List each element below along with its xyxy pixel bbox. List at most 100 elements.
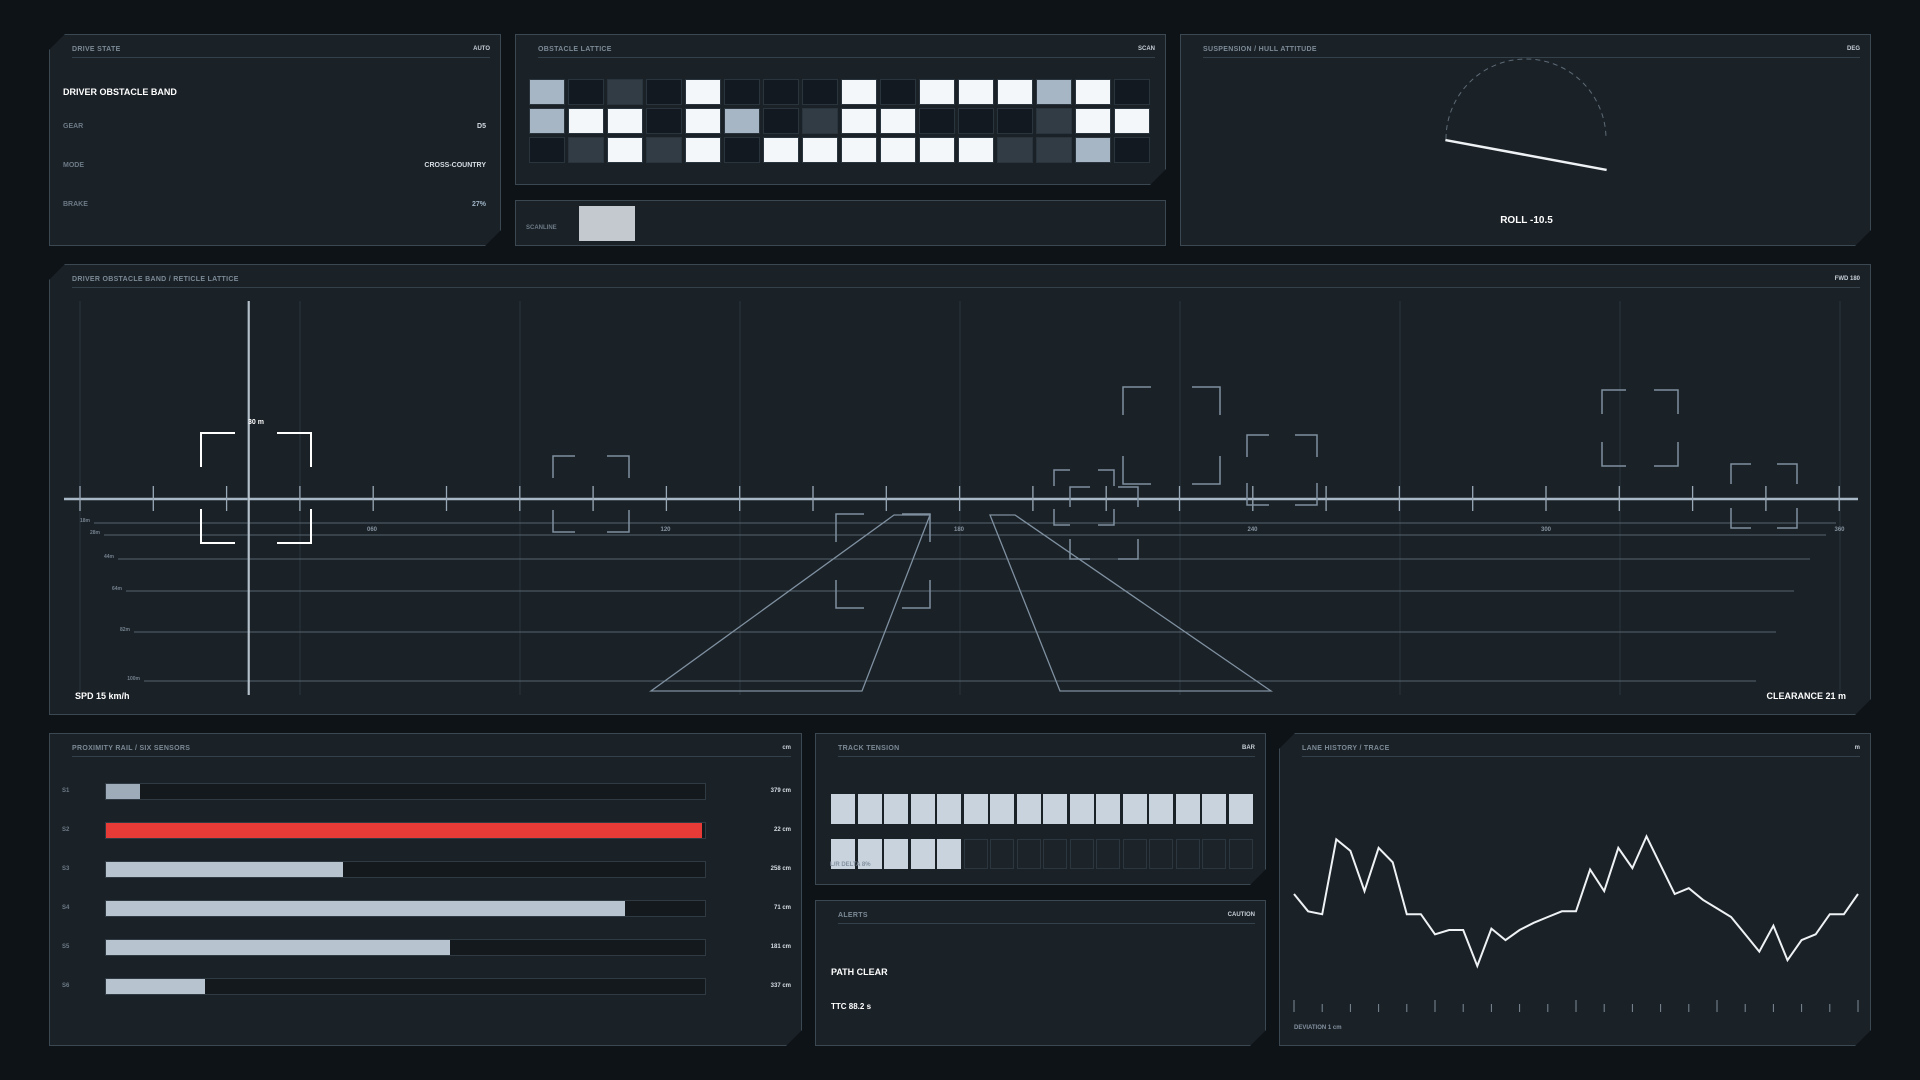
lattice-cell bbox=[919, 137, 955, 163]
lattice-cell bbox=[841, 79, 877, 105]
lattice-cell bbox=[763, 137, 799, 163]
tension-cell bbox=[884, 794, 908, 824]
lattice-cell bbox=[919, 108, 955, 134]
lattice-cell bbox=[724, 79, 760, 105]
lattice-cell bbox=[568, 108, 604, 134]
tension-cell bbox=[1229, 794, 1253, 824]
lattice-cell bbox=[529, 108, 565, 134]
sensor-label: S4 bbox=[62, 905, 70, 911]
range-label: 44m bbox=[104, 554, 115, 560]
sensor-bar-fill bbox=[106, 901, 625, 916]
lattice-cell bbox=[1114, 108, 1150, 134]
lattice-cell bbox=[607, 79, 643, 105]
heading-tick-label: 060 bbox=[367, 527, 378, 533]
sensor-label: S1 bbox=[62, 788, 70, 794]
lattice-cell bbox=[880, 79, 916, 105]
range-lines: 18m 28m 44m 64m 82m 100m bbox=[80, 518, 1836, 682]
sensor-row: S1 379 cm bbox=[50, 783, 803, 800]
lattice-cell bbox=[919, 79, 955, 105]
tension-cell bbox=[1229, 839, 1253, 869]
panel-tag: AUTO bbox=[473, 46, 490, 52]
sensor-bar-track bbox=[105, 783, 706, 800]
panel-divider bbox=[538, 57, 1155, 58]
sensor-row: S5 181 cm bbox=[50, 939, 803, 956]
tension-cell bbox=[1043, 794, 1067, 824]
sensor-value: 337 cm bbox=[770, 983, 791, 989]
heading-tick-label: 120 bbox=[660, 527, 671, 533]
lattice-cell bbox=[607, 108, 643, 134]
lattice-cell bbox=[568, 79, 604, 105]
obstacle-reticle bbox=[1247, 435, 1317, 505]
reticle-panel: DRIVER OBSTACLE BAND / RETICLE LATTICE F… bbox=[49, 264, 1871, 715]
speed-readout: SPD 15 km/h bbox=[75, 691, 130, 701]
obstacle-reticle bbox=[1602, 390, 1678, 466]
alerts-panel: ALERTS CAUTION PATH CLEAR TTC 88.2 s bbox=[815, 900, 1266, 1046]
tension-cell bbox=[1202, 839, 1226, 869]
tension-cell bbox=[911, 794, 935, 824]
tension-cell bbox=[1202, 794, 1226, 824]
sensor-value: 181 cm bbox=[770, 944, 791, 950]
obstacle-reticles bbox=[201, 387, 1797, 608]
tension-cell bbox=[1176, 794, 1200, 824]
sensor-bar-fill bbox=[106, 784, 140, 799]
heading-tick-label: 240 bbox=[1247, 527, 1258, 533]
deviation-readout: DEVIATION 1 cm bbox=[1294, 1025, 1342, 1031]
lattice-cell bbox=[685, 137, 721, 163]
tension-cell bbox=[858, 794, 882, 824]
lattice-cell bbox=[724, 137, 760, 163]
lattice-cell bbox=[568, 137, 604, 163]
sensor-row: S2 22 cm bbox=[50, 822, 803, 839]
lattice-cell bbox=[1036, 137, 1072, 163]
lattice-cell bbox=[997, 79, 1033, 105]
drive-state-panel: DRIVE STATE AUTO DRIVER OBSTACLE BAND GE… bbox=[49, 34, 501, 246]
range-label: 100m bbox=[127, 676, 140, 682]
panel-title: TRACK TENSION bbox=[838, 745, 900, 752]
tension-cell bbox=[1017, 794, 1041, 824]
tension-cell bbox=[990, 794, 1014, 824]
obstacle-reticle bbox=[201, 433, 311, 543]
sensor-bar-track bbox=[105, 978, 706, 995]
tension-cell bbox=[911, 839, 935, 869]
reticle-lattice: 18m 28m 44m 64m 82m 100m 060 120 180 240 300 360 3… bbox=[50, 265, 1872, 716]
obstacle-reticle bbox=[836, 514, 930, 608]
panel-title: OBSTACLE LATTICE bbox=[538, 46, 612, 53]
obstacle-reticle bbox=[1123, 387, 1220, 484]
lattice-cell bbox=[607, 137, 643, 163]
tension-cell bbox=[1123, 839, 1147, 869]
lattice-cell bbox=[763, 79, 799, 105]
tension-cell bbox=[990, 839, 1014, 869]
tension-cell bbox=[884, 839, 908, 869]
ttc-readout: TTC 88.2 s bbox=[831, 1002, 872, 1011]
sensor-value: 379 cm bbox=[770, 788, 791, 794]
sensor-row: S3 258 cm bbox=[50, 861, 803, 878]
road-right-edge bbox=[990, 515, 1271, 691]
sensor-bar-track bbox=[105, 939, 706, 956]
lattice-cell bbox=[1114, 137, 1150, 163]
tension-cell bbox=[1123, 794, 1147, 824]
heading-tick-label: 180 bbox=[954, 527, 965, 533]
track-tension-panel: TRACK TENSION BAR L/R DELTA 8% bbox=[815, 733, 1266, 885]
sensor-label: S3 bbox=[62, 866, 70, 872]
tension-delta: L/R DELTA 8% bbox=[830, 862, 871, 868]
attitude-arc bbox=[1446, 59, 1606, 139]
range-label: 64m bbox=[112, 586, 123, 592]
sensor-bar-track bbox=[105, 822, 706, 839]
lattice-cell bbox=[1036, 79, 1072, 105]
sensor-bar-fill bbox=[106, 979, 205, 994]
tension-cell bbox=[1096, 794, 1120, 824]
lattice-cell bbox=[1075, 108, 1111, 134]
lattice-cell bbox=[685, 108, 721, 134]
lattice-cell bbox=[802, 79, 838, 105]
range-label: 28m bbox=[90, 530, 101, 536]
mode-value: CROSS-COUNTRY bbox=[424, 162, 486, 169]
lattice-cell bbox=[880, 108, 916, 134]
sensor-label: S5 bbox=[62, 944, 70, 950]
tension-cell bbox=[831, 794, 855, 824]
tension-cell bbox=[964, 839, 988, 869]
tension-cell bbox=[1043, 839, 1067, 869]
scanline-indicator bbox=[579, 206, 635, 241]
mode-label: MODE bbox=[63, 162, 84, 169]
heading-tick-label: 360 bbox=[1834, 527, 1845, 533]
reticle-range-label: 30 m bbox=[248, 419, 264, 426]
panel-title: DRIVE STATE bbox=[72, 46, 121, 53]
